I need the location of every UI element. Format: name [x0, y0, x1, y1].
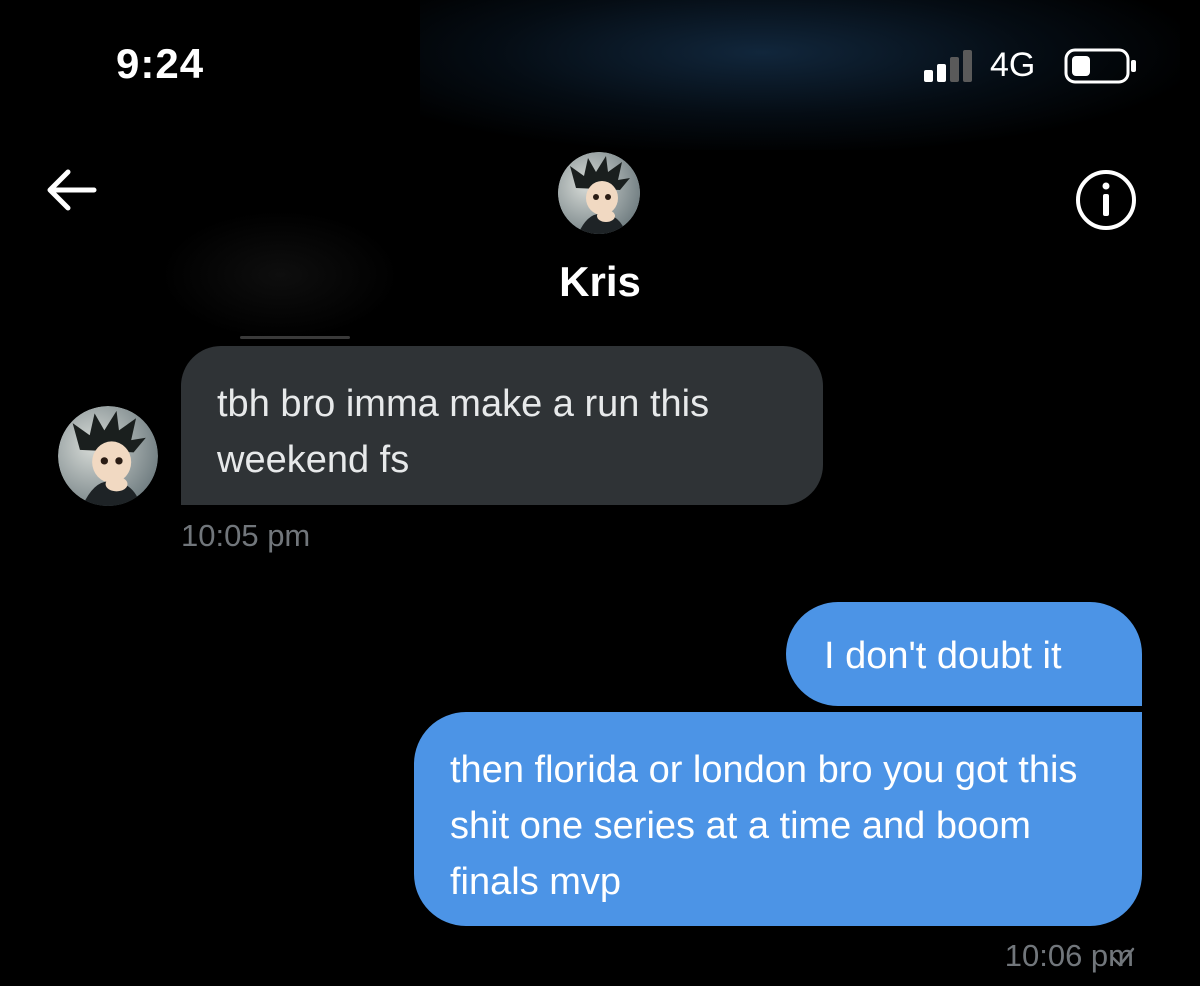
battery-icon: [1064, 48, 1136, 84]
contact-avatar[interactable]: [558, 152, 640, 234]
message-sender-avatar[interactable]: [58, 406, 158, 506]
incoming-message-bubble[interactable]: tbh bro imma make a run this weekend fs: [181, 346, 823, 505]
status-time: 9:24: [116, 40, 205, 87]
blurred-region: [160, 210, 400, 340]
blurred-region: [240, 336, 350, 339]
info-icon[interactable]: [1074, 168, 1138, 232]
outgoing-message-bubble[interactable]: then florida or london bro you got this …: [414, 712, 1142, 926]
outgoing-message-bubble[interactable]: I don't doubt it: [786, 602, 1142, 706]
sent-check-icon: [1111, 947, 1135, 967]
network-type: 4G: [990, 46, 1036, 84]
message-timestamp: 10:05 pm: [181, 518, 311, 553]
cellular-signal-icon: [924, 50, 972, 82]
back-arrow-icon[interactable]: [44, 168, 98, 212]
